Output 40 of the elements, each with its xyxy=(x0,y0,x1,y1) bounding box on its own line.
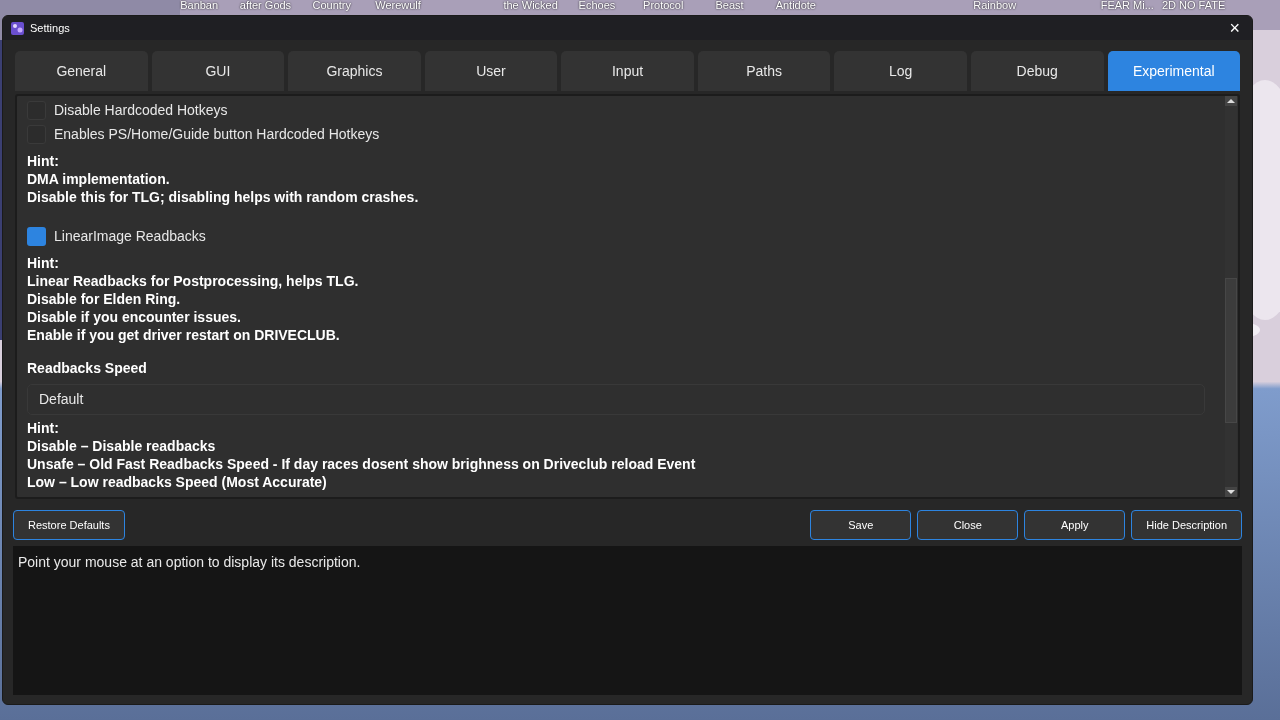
dialog-button[interactable]: Close xyxy=(917,510,1019,540)
hint-text: Hint: xyxy=(27,419,60,437)
app-icon xyxy=(11,21,24,35)
restore-defaults-button[interactable]: Restore Defaults xyxy=(13,510,125,540)
scroll-thumb[interactable] xyxy=(1225,278,1237,423)
hint-text: Low – Low readbacks Speed (Most Accurate) xyxy=(27,473,328,491)
tab[interactable]: Paths xyxy=(697,51,831,91)
tab[interactable]: GUI xyxy=(151,51,285,91)
hint-text: DMA implementation. xyxy=(27,170,171,188)
description-text: Point your mouse at an option to display its description. xyxy=(18,554,361,570)
dialog-button[interactable]: Hide Description xyxy=(1131,510,1242,540)
hint-text: Disable – Disable readbacks xyxy=(27,437,217,455)
hint-text: Hint: xyxy=(27,152,60,170)
field-label: Readbacks Speed xyxy=(27,359,148,378)
hint-text: Disable for Elden Ring. xyxy=(27,290,182,308)
dialog-button[interactable]: Save xyxy=(810,510,912,540)
close-button[interactable]: × xyxy=(1225,19,1244,37)
checkbox-label: Disable Hardcoded Hotkeys xyxy=(54,100,228,120)
tab[interactable]: General xyxy=(15,51,148,91)
hint-text: Disable if you encounter issues. xyxy=(27,308,242,326)
checkbox-label: LinearImage Readbacks xyxy=(54,226,206,246)
checkbox-label: Enables PS/Home/Guide button Hardcoded Hotkeys xyxy=(54,124,380,144)
scroll-down-icon[interactable] xyxy=(1225,487,1237,497)
hint-text: Hint: xyxy=(27,254,60,272)
dialog-button[interactable]: Apply xyxy=(1024,510,1126,540)
scrollbar[interactable] xyxy=(1225,96,1237,497)
window-title: Settings xyxy=(30,20,70,36)
tab[interactable]: Debug xyxy=(970,51,1104,91)
tab[interactable]: Input xyxy=(561,51,694,91)
hint-text: Unsafe – Old Fast Readbacks Speed - If day races dosent show brighness on Driveclub reload Event xyxy=(27,455,697,473)
checkbox[interactable] xyxy=(27,226,46,246)
tab[interactable]: Graphics xyxy=(288,51,421,91)
hint-text: Enable if you get driver restart on DRIVECLUB. xyxy=(27,326,341,344)
hint-text: Disable this for TLG; disabling helps with random crashes. xyxy=(27,188,420,206)
tab[interactable]: User xyxy=(424,51,558,91)
tab[interactable]: Log xyxy=(834,51,967,91)
scroll-up-icon[interactable] xyxy=(1225,96,1237,106)
dropdown[interactable]: Default xyxy=(27,384,1205,415)
hint-text: Linear Readbacks for Postprocessing, helps TLG. xyxy=(27,272,360,290)
tab[interactable]: Experimental xyxy=(1107,51,1241,91)
